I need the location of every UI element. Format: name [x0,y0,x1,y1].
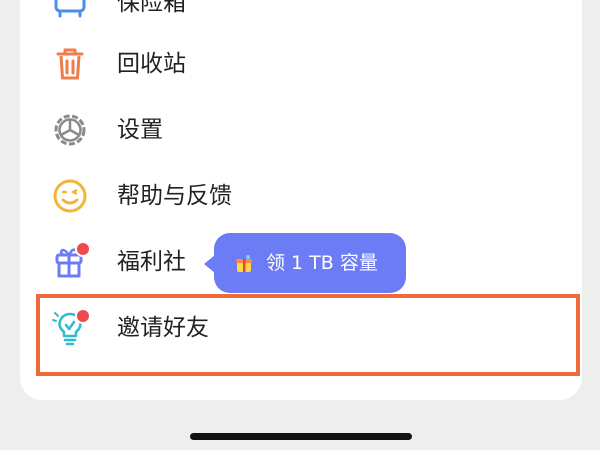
menu-item-label: 帮助与反馈 [117,183,232,209]
menu-item-help-feedback[interactable]: 帮助与反馈 [20,163,582,229]
gift-sparkle-icon [236,255,252,272]
tooltip-arrow [204,255,215,273]
gear-icon [54,114,86,146]
welfare-tooltip[interactable]: 领 1 TB 容量 [204,233,406,293]
menu-item-recycle-bin[interactable]: 回收站 [20,31,582,97]
trash-icon [56,48,84,80]
menu-item-settings[interactable]: 设置 [20,97,582,163]
home-indicator [190,433,412,440]
safe-box-icon [54,0,86,18]
highlight-box [36,294,580,376]
menu-item-label: 设置 [117,117,163,143]
notification-dot [75,241,91,257]
smiley-icon [53,179,87,213]
menu-item-label: 回收站 [117,51,186,77]
tooltip-text: 领 1 TB 容量 [266,252,378,274]
menu-item-label: 保险箱 [117,0,186,16]
menu-item-label: 福利社 [117,249,186,275]
